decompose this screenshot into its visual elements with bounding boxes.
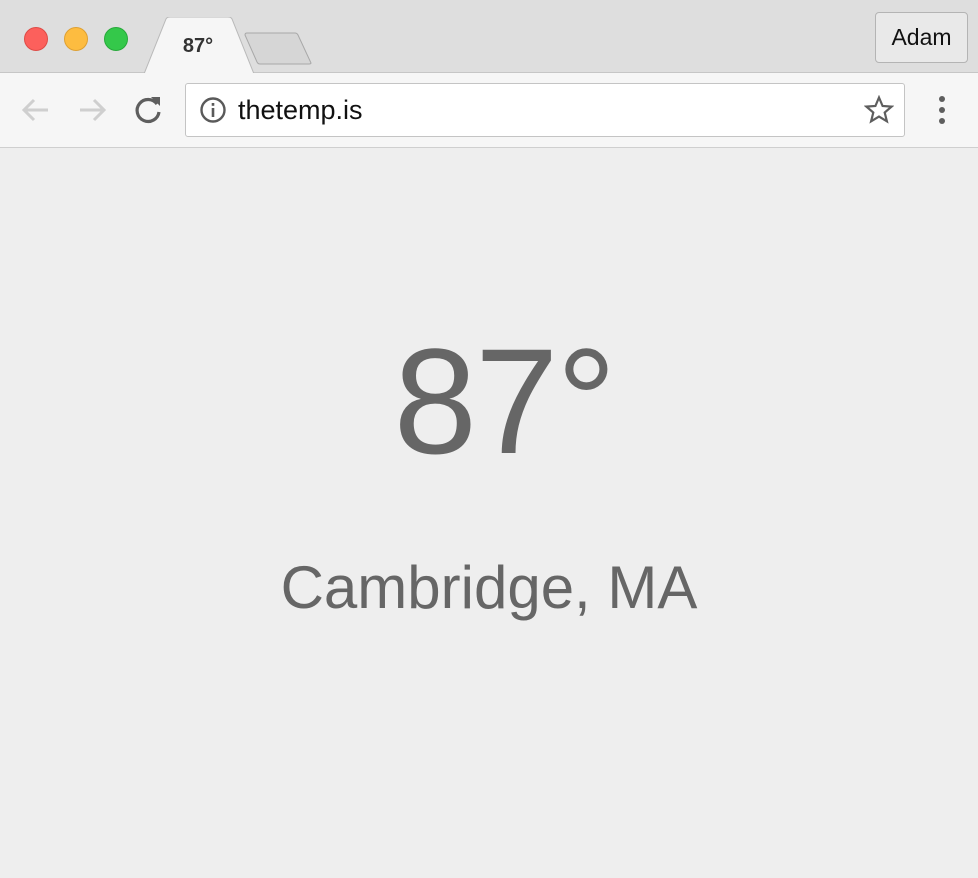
toolbar: thetemp.is [0,73,978,148]
arrow-right-icon [80,98,107,122]
star-icon[interactable] [864,95,894,125]
url-text: thetemp.is [238,95,363,125]
tab-active[interactable]: 87° [144,17,254,75]
vertical-dots-icon[interactable] [928,94,956,126]
profile-button[interactable]: Adam [875,12,968,63]
location-label: Cambridge, MA [280,554,698,621]
tab-title: 87° [182,35,214,57]
address-bar[interactable]: thetemp.is [185,83,905,137]
info-icon[interactable] [199,96,227,124]
browser-window: 87° Adam thetemp.is 87° Cambridge, MA [0,0,978,878]
maximize-window-button[interactable] [104,27,128,51]
new-tab-icon [244,32,312,65]
back-button[interactable] [18,92,54,128]
temperature-display: 87° [393,317,617,485]
page-content: 87° Cambridge, MA [0,148,978,878]
reload-icon [135,97,161,124]
reload-button[interactable] [130,92,166,128]
title-bar: 87° Adam [0,0,978,75]
forward-button[interactable] [74,92,110,128]
arrow-left-icon [21,98,48,122]
minimize-window-button[interactable] [64,27,88,51]
close-window-button[interactable] [24,27,48,51]
new-tab-button[interactable] [244,32,314,66]
